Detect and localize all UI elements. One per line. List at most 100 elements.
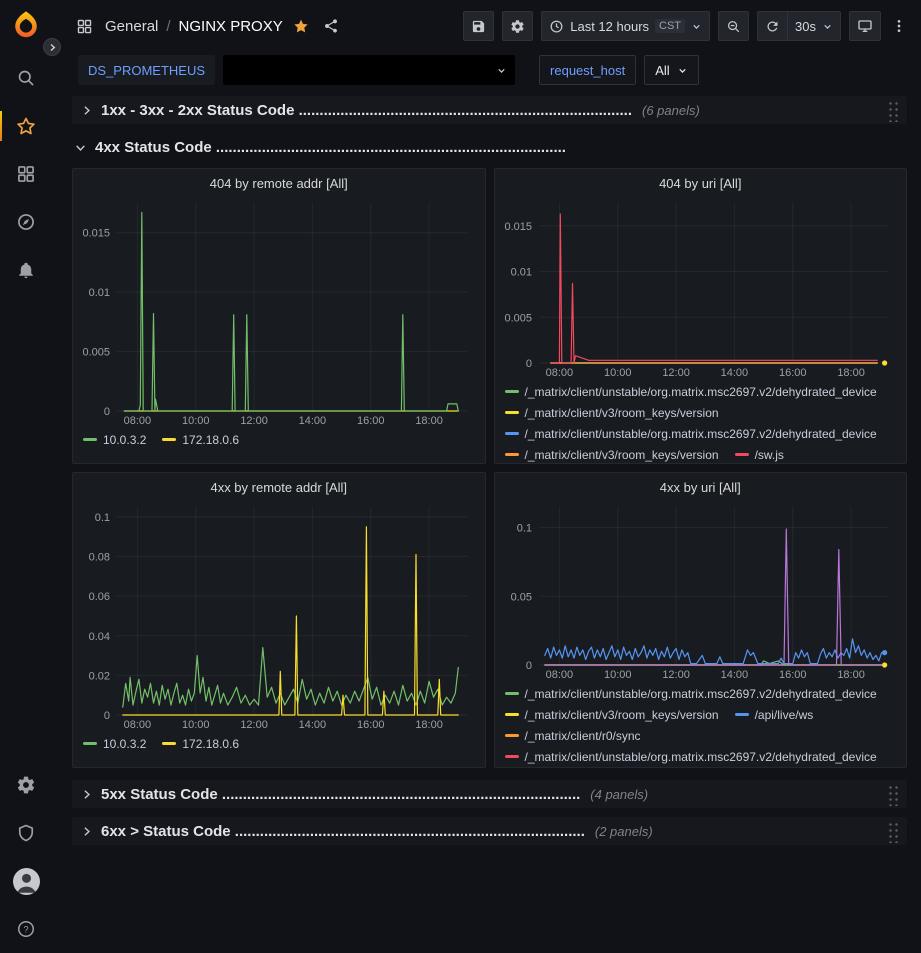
refresh-button-group: 30s [757,11,841,41]
monitor-icon [857,18,873,34]
grafana-logo-icon[interactable] [11,10,41,40]
row-4xx[interactable]: 4xx Status Code ........................… [72,134,907,160]
row-drag-handle[interactable] [886,99,899,122]
panel-title[interactable]: 4xx by uri [All] [495,473,907,501]
row-6xx[interactable]: 6xx > Status Code ......................… [72,817,907,845]
panel-title[interactable]: 404 by uri [All] [495,169,907,197]
legend-item[interactable]: 172.18.0.6 [162,734,239,753]
svg-text:12:00: 12:00 [662,669,690,681]
sidebar-item-dashboards[interactable] [0,150,52,198]
legend-item[interactable]: /_matrix/client/unstable/org.matrix.msc2… [505,382,877,401]
breadcrumb-separator: / [166,18,170,35]
svg-text:08:00: 08:00 [545,669,573,681]
legend-item[interactable]: /sw.js [735,445,784,463]
svg-text:0.015: 0.015 [82,228,110,240]
datasource-value-select[interactable] [223,55,515,85]
row-5xx[interactable]: 5xx Status Code ........................… [72,780,907,808]
chart-canvas: 08:0010:0012:0014:0016:0018:0000.0050.01… [501,197,901,379]
legend-item[interactable]: /_matrix/client/r0/sync [505,726,641,745]
svg-text:14:00: 14:00 [299,415,327,427]
time-range-label: Last 12 hours [570,19,649,34]
svg-text:10:00: 10:00 [182,719,210,731]
legend-label: 10.0.3.2 [103,433,146,447]
tv-mode-button[interactable] [849,11,881,41]
legend-item[interactable]: /_matrix/client/v3/room_keys/version [505,403,719,422]
request-host-value-select[interactable]: All [644,55,698,85]
legend-label: /_matrix/client/unstable/org.matrix.msc2… [525,687,877,701]
legend-item[interactable]: /_matrix/client/v3/room_keys/version [505,705,719,724]
svg-text:0: 0 [104,406,110,418]
panel-title[interactable]: 404 by remote addr [All] [73,169,485,197]
svg-text:0: 0 [525,358,531,370]
more-options-button[interactable] [889,14,909,38]
share-icon [323,18,339,34]
legend-swatch [162,742,176,745]
svg-text:14:00: 14:00 [720,669,748,681]
sidebar-item-alerting[interactable] [0,246,52,294]
time-range-picker[interactable]: Last 12 hours CST [541,11,710,41]
legend-item[interactable]: /_matrix/client/unstable/org.matrix.msc2… [505,747,877,766]
row-1xx-3xx-2xx[interactable]: 1xx - 3xx - 2xx Status Code ............… [72,96,907,124]
timeseries-chart[interactable]: 08:0010:0012:0014:0016:0018:0000.020.040… [79,501,479,731]
panel-title[interactable]: 4xx by remote addr [All] [73,473,485,501]
legend-item[interactable]: 10.0.3.2 [83,430,146,449]
avatar [13,868,40,895]
chevron-down-icon [822,21,833,32]
svg-text:0.1: 0.1 [516,523,531,535]
row-title: 1xx - 3xx - 2xx Status Code ............… [101,102,632,119]
legend-item[interactable]: 10.0.3.2 [83,734,146,753]
chevron-down-icon [677,65,688,76]
svg-text:18:00: 18:00 [415,415,443,427]
refresh-button[interactable] [757,11,787,41]
compass-icon [16,212,36,232]
sidebar-item-server-admin[interactable] [0,809,52,857]
sidebar-expand-button[interactable] [43,38,61,56]
dashboard-settings-button[interactable] [502,11,533,41]
breadcrumb-section[interactable]: General [105,18,158,35]
sidebar-item-profile[interactable] [0,857,52,905]
request-host-variable: request_host All [539,55,699,85]
legend-item[interactable]: 172.18.0.6 [162,430,239,449]
timeseries-chart[interactable]: 08:0010:0012:0014:0016:0018:0000.0050.01… [501,197,901,379]
svg-text:0.02: 0.02 [89,670,110,682]
sidebar-item-explore[interactable] [0,198,52,246]
help-icon: ? [16,919,36,939]
kebab-menu-icon [891,18,907,34]
svg-text:0.015: 0.015 [504,221,532,233]
sidebar-item-settings[interactable] [0,761,52,809]
svg-text:16:00: 16:00 [357,719,385,731]
save-dashboard-button[interactable] [463,11,494,41]
dashboard-squares-icon [76,18,93,35]
breadcrumb-dashboard-title[interactable]: NGINX PROXY [179,18,283,35]
row-drag-handle[interactable] [886,820,899,843]
zoom-out-button[interactable] [718,11,749,41]
datasource-variable-label[interactable]: DS_PROMETHEUS [78,55,215,85]
legend-item[interactable]: /_matrix/client/unstable/org.matrix.msc2… [505,684,877,703]
legend-swatch [162,438,176,441]
row-drag-handle[interactable] [886,783,899,806]
legend-swatch [735,453,749,456]
legend-swatch [505,390,519,393]
timeseries-chart[interactable]: 08:0010:0012:0014:0016:0018:0000.0050.01… [79,197,479,427]
chevron-right-icon [48,43,57,52]
legend-item[interactable]: /api/live/ws [735,705,814,724]
refresh-interval-dropdown[interactable]: 30s [787,11,841,41]
timeseries-chart[interactable]: 08:0010:0012:0014:0016:0018:0000.050.1 [501,501,901,681]
request-host-label[interactable]: request_host [539,55,636,85]
svg-text:0.005: 0.005 [504,312,532,324]
zoom-out-icon [726,19,741,34]
legend-item[interactable]: /_matrix/client/v3/room_keys/version [505,445,719,463]
chart-canvas: 08:0010:0012:0014:0016:0018:0000.020.040… [79,501,479,731]
svg-text:0.01: 0.01 [89,287,110,299]
legend-item[interactable]: /_matrix/client/unstable/org.matrix.msc2… [505,424,877,443]
favorite-star-icon[interactable] [293,18,309,34]
sidebar-item-search[interactable] [0,54,52,102]
share-button[interactable] [323,18,339,34]
shield-icon [16,823,36,843]
svg-text:18:00: 18:00 [837,669,865,681]
sidebar-item-starred[interactable] [0,102,52,150]
legend-label: 10.0.3.2 [103,737,146,751]
refresh-interval-label: 30s [795,19,816,34]
sidebar-item-help[interactable]: ? [0,905,52,953]
timezone-badge: CST [655,19,685,33]
